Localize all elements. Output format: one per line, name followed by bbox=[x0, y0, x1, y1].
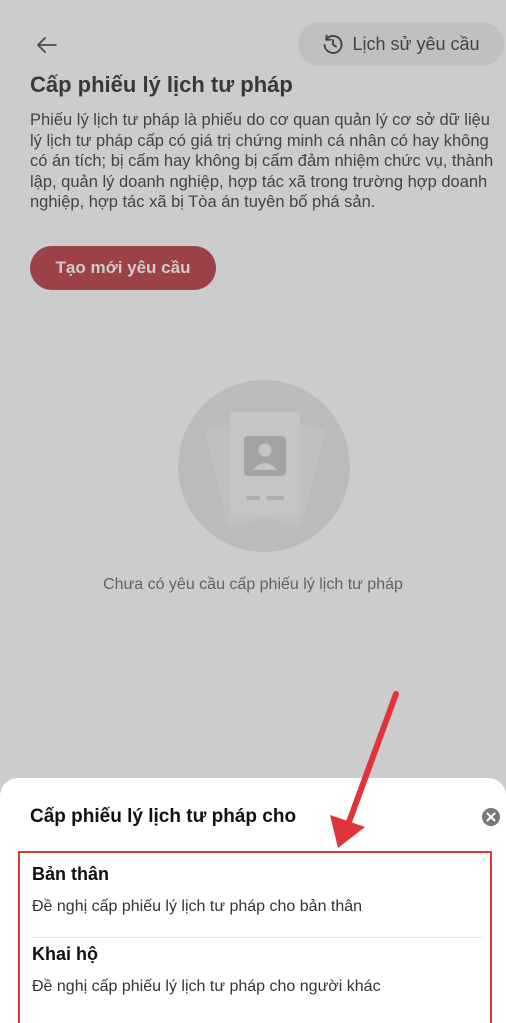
option-on-behalf[interactable]: Khai hộ Đề nghị cấp phiếu lý lịch tư phá… bbox=[32, 941, 482, 1021]
option-title: Bản thân bbox=[32, 864, 110, 884]
option-divider bbox=[32, 937, 482, 938]
option-description: Đề nghị cấp phiếu lý lịch tư pháp cho ng… bbox=[32, 978, 381, 995]
option-self[interactable]: Bản thân Đề nghị cấp phiếu lý lịch tư ph… bbox=[32, 861, 482, 933]
close-button[interactable] bbox=[480, 806, 502, 828]
option-title: Khai hộ bbox=[32, 944, 98, 964]
options-highlight-box: Bản thân Đề nghị cấp phiếu lý lịch tư ph… bbox=[18, 851, 492, 1023]
close-circle-icon bbox=[482, 808, 500, 826]
sheet-title: Cấp phiếu lý lịch tư pháp cho bbox=[30, 806, 297, 827]
option-description: Đề nghị cấp phiếu lý lịch tư pháp cho bả… bbox=[32, 898, 363, 915]
bottom-sheet: Cấp phiếu lý lịch tư pháp cho Bản thân Đ… bbox=[0, 778, 506, 1023]
